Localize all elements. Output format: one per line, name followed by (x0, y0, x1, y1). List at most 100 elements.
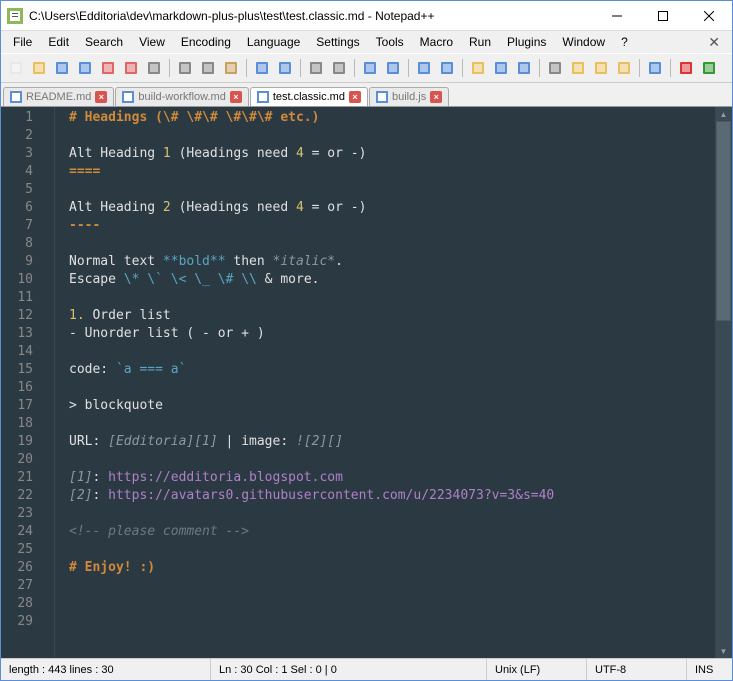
code-line[interactable] (69, 289, 715, 307)
code-line[interactable] (69, 181, 715, 199)
menu-view[interactable]: View (131, 33, 173, 51)
code-line[interactable]: [1]: https://edditoria.blogspot.com (69, 469, 715, 487)
minimize-button[interactable] (594, 1, 640, 30)
monitor-button[interactable] (644, 57, 666, 79)
code-line[interactable]: Alt Heading 2 (Headings need 4 = or -) (69, 199, 715, 217)
code-line[interactable]: URL: [Edditoria][1] | image: ![2][] (69, 433, 715, 451)
code-line[interactable] (69, 343, 715, 361)
func-list-button[interactable] (590, 57, 612, 79)
status-encoding[interactable]: UTF-8 (587, 659, 687, 680)
undo-button[interactable] (251, 57, 273, 79)
scroll-down-arrow[interactable]: ▼ (715, 644, 732, 658)
code-line[interactable]: [2]: https://avatars0.githubusercontent.… (69, 487, 715, 505)
code-line[interactable]: > blockquote (69, 397, 715, 415)
zoom-in-button[interactable] (359, 57, 381, 79)
menu-plugins[interactable]: Plugins (499, 33, 554, 51)
new-file-button[interactable] (5, 57, 27, 79)
code-line[interactable]: - Unorder list ( - or + ) (69, 325, 715, 343)
menu-tools[interactable]: Tools (368, 33, 412, 51)
vertical-scrollbar[interactable]: ▲ ▼ (715, 107, 732, 658)
statusbar: length : 443 lines : 30 Ln : 30 Col : 1 … (1, 658, 732, 680)
tab-build-workflow-md[interactable]: build-workflow.md × (115, 87, 248, 106)
maximize-button[interactable] (640, 1, 686, 30)
code-line[interactable] (69, 541, 715, 559)
code-line[interactable]: ==== (69, 163, 715, 181)
tab-label: build.js (392, 91, 426, 103)
tab-close-icon[interactable]: × (430, 91, 442, 103)
menu-settings[interactable]: Settings (308, 33, 367, 51)
line-number: 13 (1, 325, 33, 343)
open-file-button[interactable] (28, 57, 50, 79)
code-line[interactable] (69, 505, 715, 523)
paste-button[interactable] (220, 57, 242, 79)
find-button[interactable] (305, 57, 327, 79)
copy-button[interactable] (197, 57, 219, 79)
menu-language[interactable]: Language (239, 33, 308, 51)
lang-button[interactable] (544, 57, 566, 79)
code-line[interactable]: # Enjoy! :) (69, 559, 715, 577)
tab-label: build-workflow.md (138, 91, 225, 103)
wrap-button[interactable] (467, 57, 489, 79)
indent-guide-button[interactable] (513, 57, 535, 79)
code-line[interactable]: <!-- please comment --> (69, 523, 715, 541)
menubar-close-icon[interactable]: ✕ (700, 34, 728, 51)
code-line[interactable] (69, 415, 715, 433)
cut-button[interactable] (174, 57, 196, 79)
toolbar-separator (354, 59, 355, 77)
tab-test-classic-md[interactable]: test.classic.md× (250, 87, 368, 106)
scroll-up-arrow[interactable]: ▲ (715, 107, 732, 121)
all-chars-button[interactable] (490, 57, 512, 79)
code-line[interactable] (69, 127, 715, 145)
folder-button[interactable] (613, 57, 635, 79)
code-line[interactable] (69, 235, 715, 253)
code-line[interactable]: 1. Order list (69, 307, 715, 325)
code-area[interactable]: # Headings (\# \#\# \#\#\# etc.) Alt Head… (55, 107, 715, 658)
code-line[interactable]: Normal text **bold** then *italic*. (69, 253, 715, 271)
menu-run[interactable]: Run (461, 33, 499, 51)
status-insert-mode[interactable]: INS (687, 659, 732, 680)
menu-search[interactable]: Search (77, 33, 131, 51)
code-line[interactable] (69, 595, 715, 613)
close-all-button[interactable] (120, 57, 142, 79)
play-button[interactable] (698, 57, 720, 79)
zoom-out-button[interactable] (382, 57, 404, 79)
doc-map-button[interactable] (567, 57, 589, 79)
sync-v-button[interactable] (413, 57, 435, 79)
code-line[interactable]: ---- (69, 217, 715, 235)
code-line[interactable]: # Headings (\# \#\# \#\#\# etc.) (69, 109, 715, 127)
code-line[interactable]: code: `a === a` (69, 361, 715, 379)
menu-macro[interactable]: Macro (412, 33, 461, 51)
tab-build-js[interactable]: build.js × (369, 87, 449, 106)
record-icon (678, 60, 694, 76)
record-button[interactable] (675, 57, 697, 79)
redo-button[interactable] (274, 57, 296, 79)
code-line[interactable] (69, 577, 715, 595)
line-number: 1 (1, 109, 33, 127)
line-number: 25 (1, 541, 33, 559)
menu-window[interactable]: Window (554, 33, 613, 51)
close-button[interactable] (686, 1, 732, 30)
save-all-button[interactable] (74, 57, 96, 79)
close-button[interactable] (97, 57, 119, 79)
tab-close-icon[interactable]: × (230, 91, 242, 103)
scrollbar-thumb[interactable] (716, 121, 731, 321)
all-chars-icon (493, 60, 509, 76)
code-line[interactable] (69, 379, 715, 397)
tab-README-md[interactable]: README.md× (3, 87, 114, 106)
menu-help[interactable]: ? (613, 33, 636, 51)
sync-h-button[interactable] (436, 57, 458, 79)
code-line[interactable] (69, 613, 715, 631)
func-list-icon (593, 60, 609, 76)
print-button[interactable] (143, 57, 165, 79)
status-eol[interactable]: Unix (LF) (487, 659, 587, 680)
code-line[interactable]: Escape \* \` \< \_ \# \\ & more. (69, 271, 715, 289)
menu-file[interactable]: File (5, 33, 40, 51)
code-line[interactable]: Alt Heading 1 (Headings need 4 = or -) (69, 145, 715, 163)
replace-button[interactable] (328, 57, 350, 79)
tab-close-icon[interactable]: × (95, 91, 107, 103)
save-button[interactable] (51, 57, 73, 79)
code-line[interactable] (69, 451, 715, 469)
menu-edit[interactable]: Edit (40, 33, 77, 51)
menu-encoding[interactable]: Encoding (173, 33, 239, 51)
tab-close-icon[interactable]: × (349, 91, 361, 103)
